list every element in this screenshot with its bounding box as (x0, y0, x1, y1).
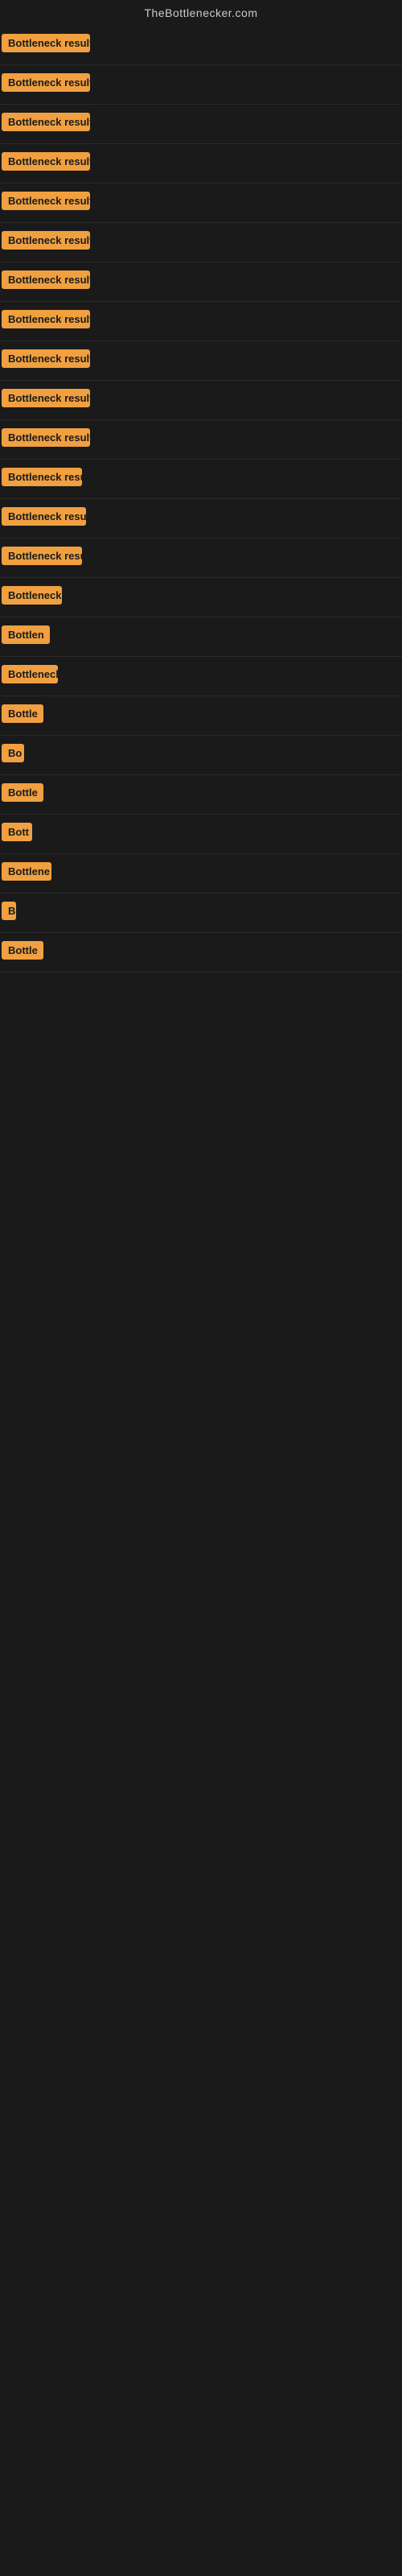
list-item: Bottleneck resul (0, 460, 402, 499)
bottleneck-result-badge[interactable]: Bottleneck result (2, 428, 90, 447)
list-item: Bottleneck result (0, 420, 402, 460)
list-item: Bottleneck result (0, 341, 402, 381)
list-item: Bottleneck result (0, 262, 402, 302)
bottleneck-result-badge[interactable]: Bottleneck result (2, 152, 90, 171)
list-item: Bottleneck result (0, 105, 402, 144)
site-header: TheBottlenecker.com (0, 0, 402, 26)
list-item: B (0, 894, 402, 933)
list-item: Bo (0, 736, 402, 775)
list-item: Bottleneck result (0, 223, 402, 262)
list-item: Bottleneck result (0, 499, 402, 539)
bottleneck-result-badge[interactable]: Bottle (2, 941, 43, 960)
list-item: Bottleneck result (0, 144, 402, 184)
bottleneck-result-badge[interactable]: Bottleneck result (2, 349, 90, 368)
bottleneck-result-badge[interactable]: Bott (2, 823, 32, 841)
rows-container: Bottleneck result Bottleneck result Bottle… (0, 26, 402, 972)
bottleneck-result-badge[interactable]: Bottle (2, 704, 43, 723)
list-item: Bottle (0, 933, 402, 972)
bottleneck-result-badge[interactable]: Bottleneck r (2, 586, 62, 605)
list-item: Bottlene (0, 854, 402, 894)
bottleneck-result-badge[interactable]: B (2, 902, 16, 920)
bottleneck-result-badge[interactable]: Bottleneck result (2, 547, 82, 565)
bottleneck-result-badge[interactable]: Bottleneck result (2, 34, 90, 52)
list-item: Bottleneck (0, 657, 402, 696)
bottleneck-result-badge[interactable]: Bottlene (2, 862, 51, 881)
list-item: Bottle (0, 696, 402, 736)
bottleneck-result-badge[interactable]: Bottleneck result (2, 73, 90, 92)
list-item: Bottleneck result (0, 184, 402, 223)
list-item: Bottleneck result (0, 381, 402, 420)
bottleneck-result-badge[interactable]: Bottleneck result (2, 507, 86, 526)
list-item: Bottlen (0, 617, 402, 657)
bottleneck-result-badge[interactable]: Bottleneck result (2, 231, 90, 250)
list-item: Bottleneck r (0, 578, 402, 617)
list-item: Bottleneck result (0, 26, 402, 65)
list-item: Bottleneck result (0, 302, 402, 341)
bottleneck-result-badge[interactable]: Bottleneck result (2, 113, 90, 131)
bottleneck-result-badge[interactable]: Bottleneck (2, 665, 58, 683)
list-item: Bott (0, 815, 402, 854)
bottleneck-result-badge[interactable]: Bottleneck result (2, 192, 90, 210)
bottleneck-result-badge[interactable]: Bottlen (2, 625, 50, 644)
bottleneck-result-badge[interactable]: Bo (2, 744, 24, 762)
site-title: TheBottlenecker.com (0, 0, 402, 26)
bottleneck-result-badge[interactable]: Bottleneck resul (2, 468, 82, 486)
list-item: Bottleneck result (0, 539, 402, 578)
list-item: Bottle (0, 775, 402, 815)
bottleneck-result-badge[interactable]: Bottleneck result (2, 389, 90, 407)
list-item: Bottleneck result (0, 65, 402, 105)
bottleneck-result-badge[interactable]: Bottle (2, 783, 43, 802)
bottleneck-result-badge[interactable]: Bottleneck result (2, 270, 90, 289)
bottleneck-result-badge[interactable]: Bottleneck result (2, 310, 90, 328)
